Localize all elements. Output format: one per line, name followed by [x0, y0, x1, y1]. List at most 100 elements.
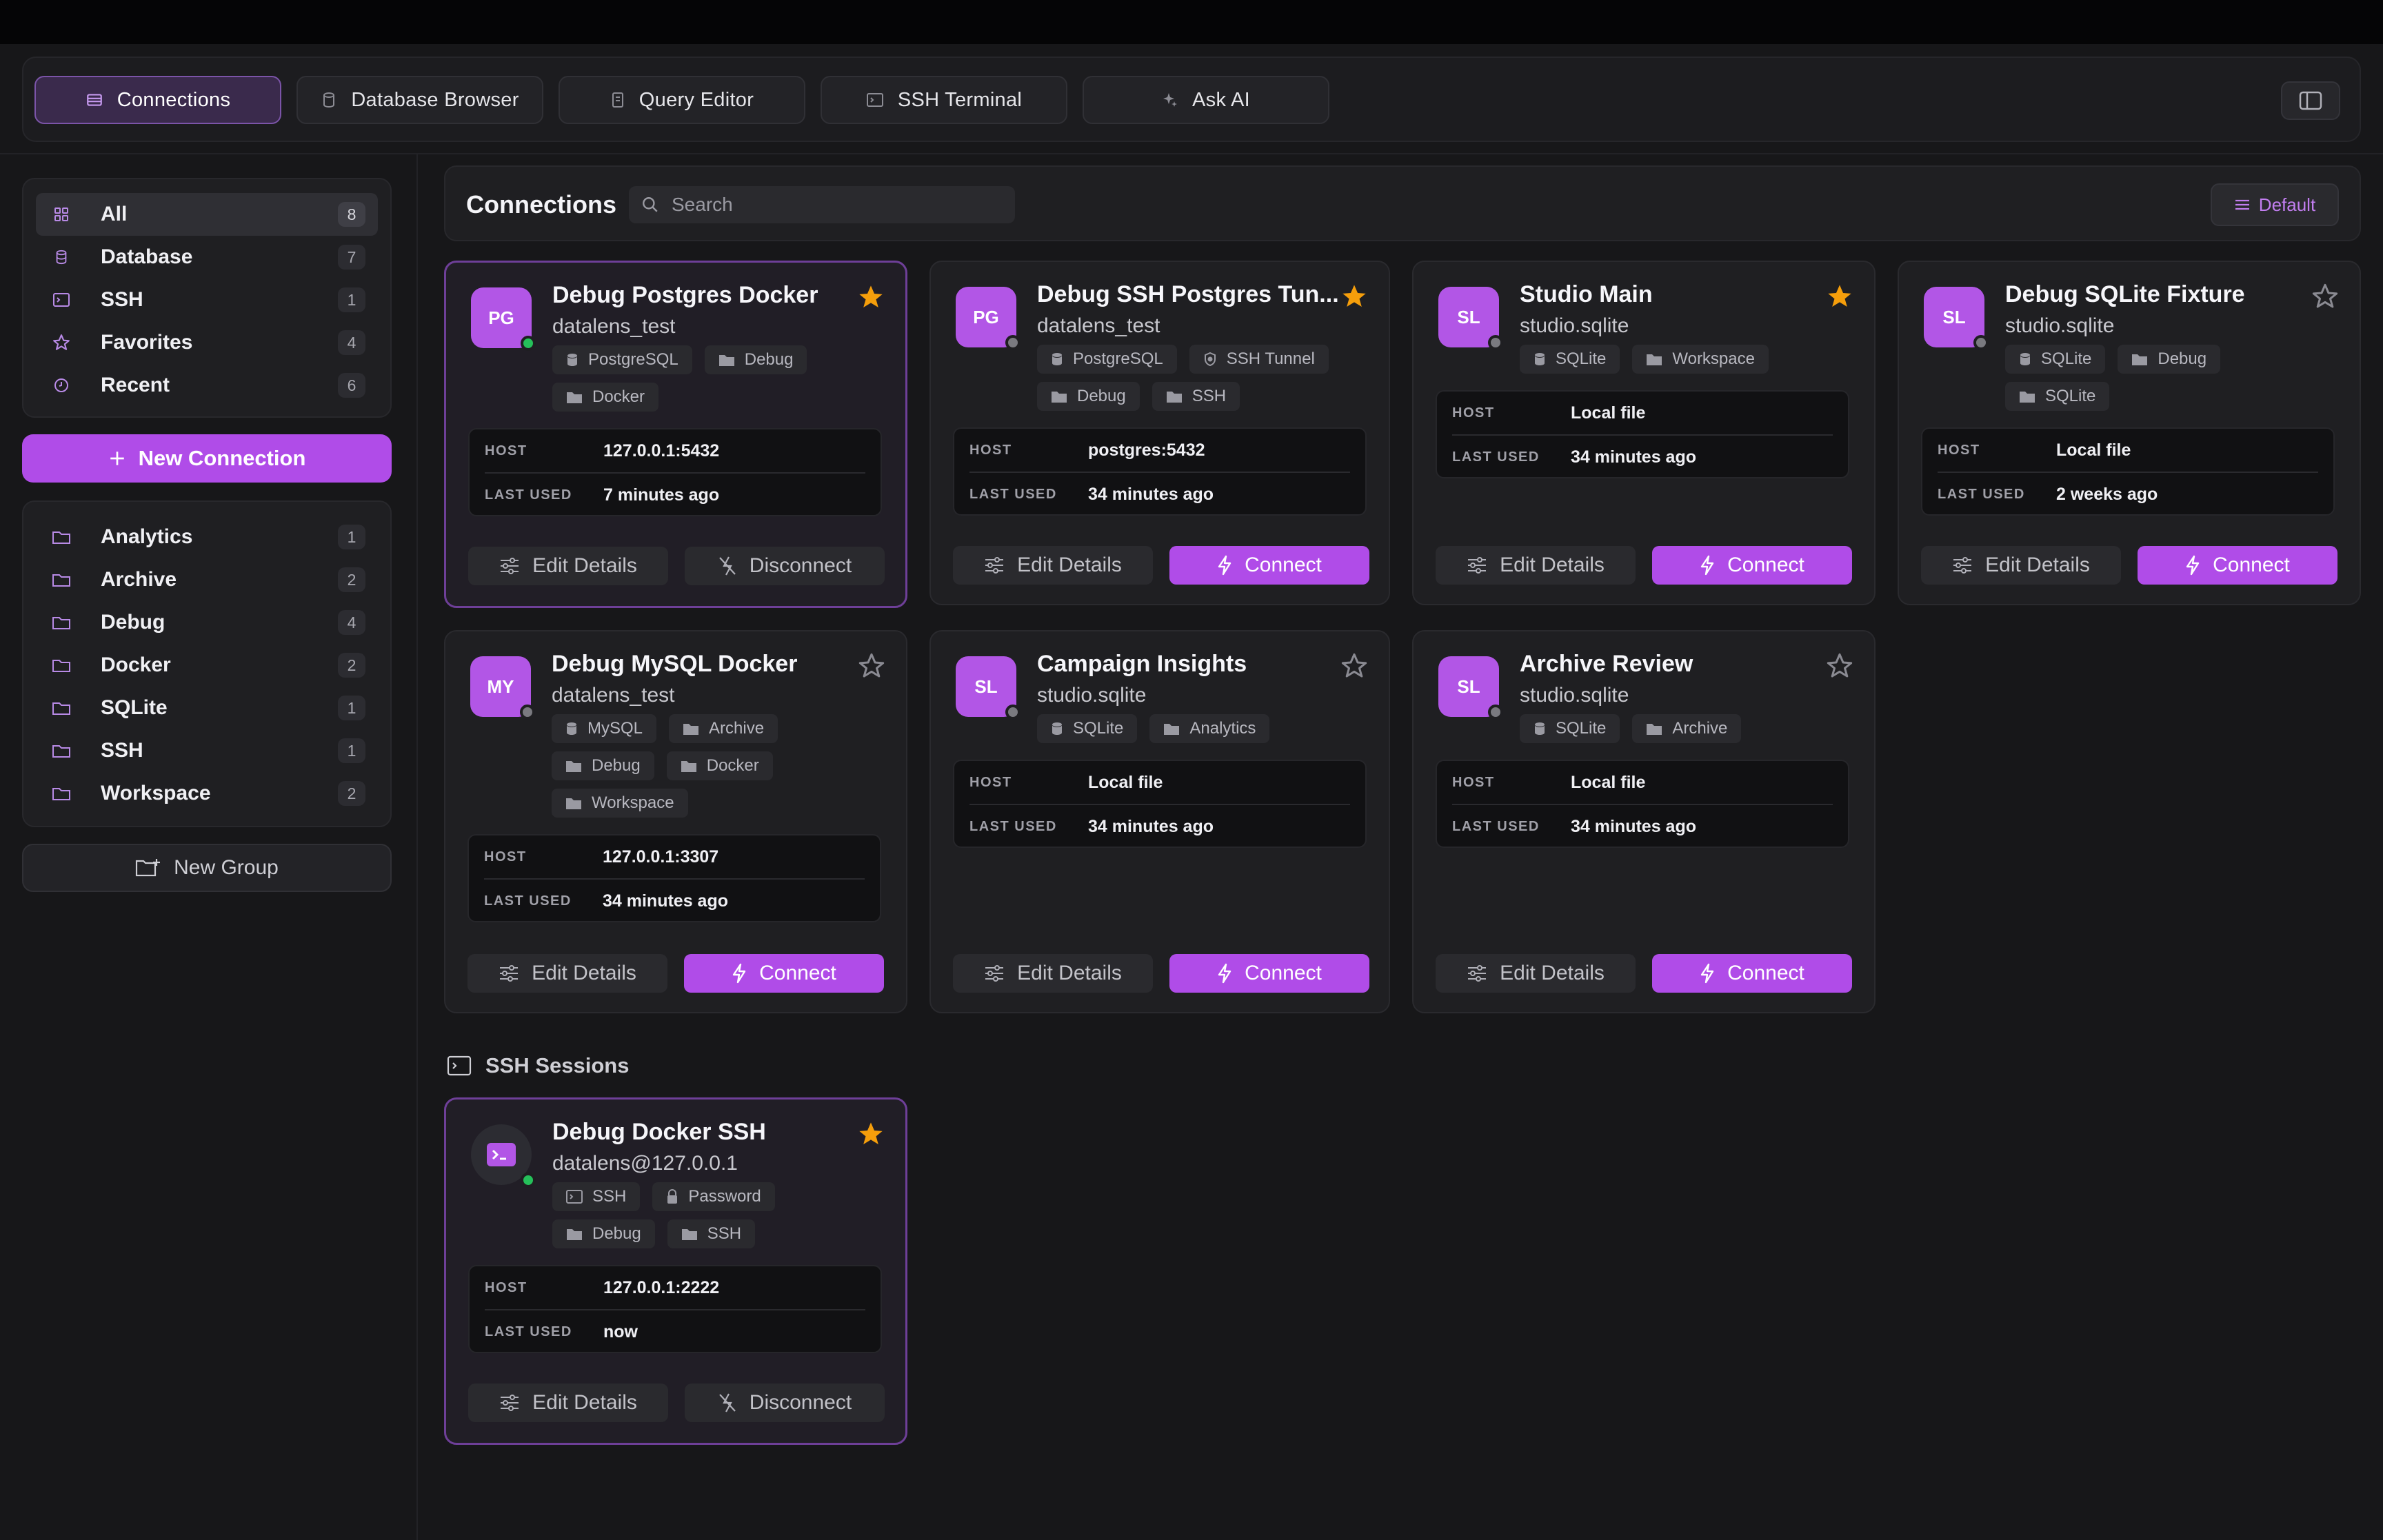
status-dot [521, 336, 536, 351]
disconnect-button[interactable]: Disconnect [685, 547, 885, 585]
sidebar-groups: Analytics 1 Archive 2 Debug 4 Docker 2 S… [22, 500, 392, 827]
sidebar-item-favorites[interactable]: Favorites 4 [36, 321, 378, 364]
connection-info: HOST Local file LAST USED 34 minutes ago [953, 760, 1367, 848]
sidebar-group-debug[interactable]: Debug 4 [36, 601, 378, 644]
tag-label: Workspace [1672, 349, 1755, 368]
connection-card[interactable]: MY Debug MySQL Docker datalens_test MySQ… [444, 630, 907, 1013]
connection-info: HOST Local file LAST USED 34 minutes ago [1436, 390, 1849, 478]
edit-label: Edit Details [1017, 554, 1122, 576]
sidebar-item-label: All [101, 203, 128, 225]
connection-database: datalens_test [552, 684, 675, 707]
tag-label: SQLite [1556, 719, 1607, 738]
sort-dropdown[interactable]: Default [2211, 183, 2339, 226]
connect-label: Connect [1245, 962, 1322, 984]
edit-details-button[interactable]: Edit Details [468, 547, 668, 585]
sidebar-item-recent[interactable]: Recent 6 [36, 364, 378, 407]
edit-details-button[interactable]: Edit Details [953, 954, 1153, 993]
connection-card[interactable]: SL Campaign Insights studio.sqlite SQLit… [929, 630, 1390, 1013]
sidebar-group-workspace[interactable]: Workspace 2 [36, 772, 378, 815]
folder-icon [52, 574, 70, 587]
connect-label: Connect [759, 962, 836, 984]
tag-list: SQLite Debug SQLite [2005, 345, 2336, 411]
connect-button[interactable]: Connect [1652, 546, 1852, 585]
last-used-label: LAST USED [1452, 449, 1540, 465]
star-icon[interactable] [1826, 283, 1853, 310]
connection-database: studio.sqlite [1520, 684, 1629, 707]
tag-label: PostgreSQL [588, 350, 678, 369]
edit-details-button[interactable]: Edit Details [953, 546, 1153, 585]
connect-button[interactable]: Connect [1652, 954, 1852, 993]
folder-icon [683, 724, 699, 735]
edit-details-button[interactable]: Edit Details [1436, 954, 1636, 993]
sidebar-item-ssh[interactable]: SSH 1 [36, 278, 378, 321]
connection-card[interactable]: SL Studio Main studio.sqlite SQLite Work… [1412, 261, 1876, 605]
host-value: Local file [2056, 440, 2131, 460]
connect-label: Connect [2213, 554, 2290, 576]
session-name: Debug Docker SSH [552, 1119, 766, 1145]
sidebar-group-sqlite[interactable]: SQLite 1 [36, 687, 378, 729]
edit-details-button[interactable]: Edit Details [1921, 546, 2121, 585]
star-outline-icon[interactable] [2311, 283, 2339, 310]
connection-database: studio.sqlite [1520, 314, 1629, 337]
count-badge: 4 [338, 330, 365, 355]
connect-button[interactable]: Connect [684, 954, 884, 993]
new-group-button[interactable]: New Group [22, 844, 392, 892]
connection-database: studio.sqlite [2005, 314, 2115, 337]
search-input[interactable] [670, 193, 1004, 216]
star-icon[interactable] [1340, 283, 1368, 310]
sidebar-group-archive[interactable]: Archive 2 [36, 558, 378, 601]
count-badge: 8 [338, 202, 365, 227]
sidebar-item-label: SSH [101, 288, 143, 311]
tag: Debug [552, 1219, 655, 1248]
window-top-strip [0, 0, 2383, 44]
star-outline-icon[interactable] [1340, 652, 1368, 680]
status-dot [1005, 335, 1020, 350]
star-icon[interactable] [857, 283, 885, 311]
connect-button[interactable]: Connect [1169, 546, 1369, 585]
tab-database-browser[interactable]: Database Browser [296, 76, 543, 124]
connection-card[interactable]: SL Archive Review studio.sqlite SQLite A… [1412, 630, 1876, 1013]
tab-ask-ai[interactable]: Ask AI [1083, 76, 1329, 124]
folder-icon [1647, 354, 1662, 365]
lightning-icon [1218, 555, 1231, 576]
star-outline-icon[interactable] [1826, 652, 1853, 680]
tab-ssh-terminal[interactable]: SSH Terminal [821, 76, 1067, 124]
ssh-session-card[interactable]: Debug Docker SSH datalens@127.0.0.1 SSH … [444, 1097, 907, 1445]
disconnect-button[interactable]: Disconnect [685, 1384, 885, 1422]
search-box [629, 186, 1015, 223]
connection-card[interactable]: SL Debug SQLite Fixture studio.sqlite SQ… [1898, 261, 2361, 605]
connection-info: HOST postgres:5432 LAST USED 34 minutes ag… [953, 427, 1367, 516]
sidebar-item-label: Favorites [101, 331, 193, 354]
count-badge: 1 [338, 738, 365, 763]
connect-button[interactable]: Connect [1169, 954, 1369, 993]
tab-connections[interactable]: Connections [34, 76, 281, 124]
toggle-panel-button[interactable] [2281, 81, 2340, 120]
tab-query-editor[interactable]: Query Editor [559, 76, 805, 124]
tag-label: SQLite [2041, 349, 2092, 368]
terminal-icon [866, 93, 883, 107]
sidebar-item-database[interactable]: Database 7 [36, 236, 378, 278]
lightning-icon [2186, 555, 2200, 576]
connection-card[interactable]: PG Debug Postgres Docker datalens_test P… [444, 261, 907, 608]
sliders-icon [501, 558, 519, 574]
star-outline-icon[interactable] [858, 652, 885, 680]
new-connection-button[interactable]: New Connection [22, 434, 392, 483]
edit-details-button[interactable]: Edit Details [467, 954, 667, 993]
tag-list: MySQL Archive Debug Docker Workspace [552, 714, 883, 818]
tag: Debug [704, 345, 807, 374]
star-icon[interactable] [857, 1120, 885, 1148]
connection-name: Campaign Insights [1037, 651, 1247, 677]
tag-label: Password [688, 1187, 761, 1206]
edit-details-button[interactable]: Edit Details [468, 1384, 668, 1422]
sidebar-item-all[interactable]: All 8 [36, 193, 378, 236]
edit-details-button[interactable]: Edit Details [1436, 546, 1636, 585]
tag: SQLite [2005, 345, 2106, 374]
connection-card[interactable]: PG Debug SSH Postgres Tun... datalens_te… [929, 261, 1390, 605]
plus-icon [110, 452, 124, 465]
sidebar-group-ssh[interactable]: SSH 1 [36, 729, 378, 772]
sidebar-group-analytics[interactable]: Analytics 1 [36, 516, 378, 558]
tag-label: Debug [592, 1224, 641, 1243]
count-badge: 7 [338, 245, 365, 270]
connect-button[interactable]: Connect [2138, 546, 2337, 585]
sidebar-group-docker[interactable]: Docker 2 [36, 644, 378, 687]
